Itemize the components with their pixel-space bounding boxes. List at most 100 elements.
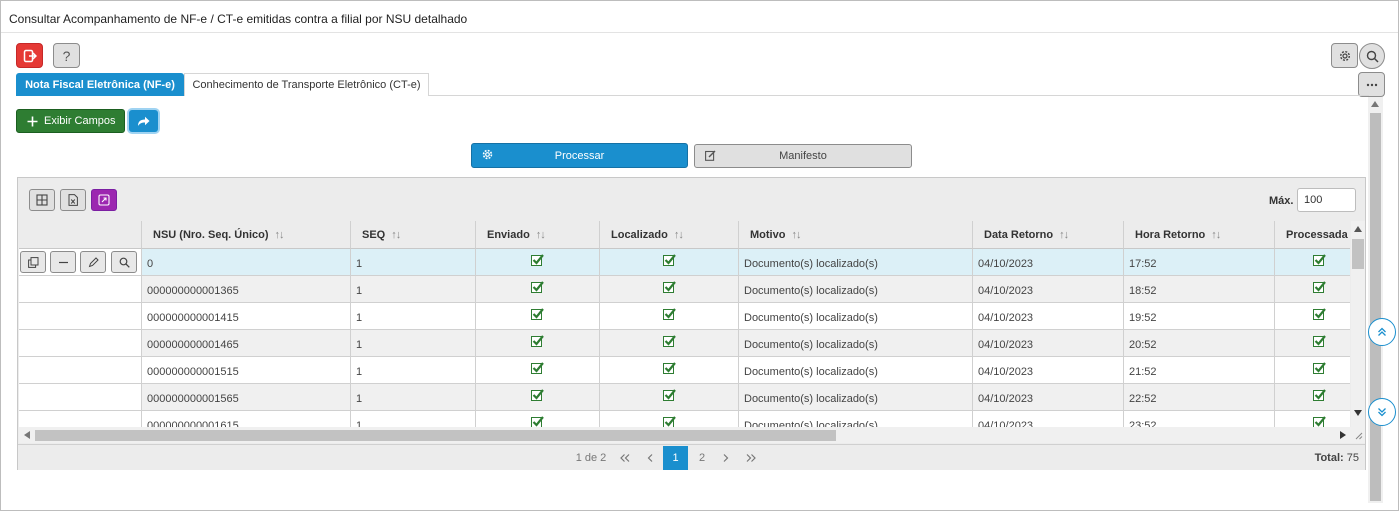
sort-icon[interactable]: ↑↓ [391,229,401,241]
column-header-nsu[interactable]: NSU (Nro. Seq. Único) ↑↓ [142,221,351,249]
page-button-1[interactable]: 1 [663,446,688,470]
sort-icon[interactable]: ↑↓ [275,229,285,241]
grid-horizontal-scrollbar[interactable] [19,427,1365,443]
cell-motivo: Documento(s) localizado(s) [739,303,973,330]
max-input[interactable] [1297,188,1356,212]
check-icon [662,308,676,320]
check-icon [1313,416,1326,427]
table-row[interactable]: 0 1 Documento(s) localizado(s) 04/10/2023 17… [19,249,1350,276]
help-button[interactable]: ? [53,43,80,68]
row-actions [19,303,142,330]
search-button[interactable] [1359,43,1385,69]
expand-button[interactable] [91,189,117,211]
excel-file-icon [68,194,78,206]
process-button[interactable]: Processar [471,143,688,168]
column-header-localizado[interactable]: Localizado ↑↓ [600,221,739,249]
tab-bar: Nota Fiscal Eletrônica (NF-e) Conhecimen… [16,73,1369,96]
column-header-hora-retorno[interactable]: Hora Retorno ↑↓ [1124,221,1275,249]
column-header-enviado[interactable]: Enviado ↑↓ [476,221,600,249]
table-row[interactable]: 000000000001515 1 Documento(s) localizado(… [19,357,1350,384]
pagination-bar: 1 de 2 1 2 Total: 75 [18,444,1365,470]
scroll-to-bottom-button[interactable] [1368,398,1396,426]
sort-icon[interactable]: ↑↓ [1059,229,1069,241]
page-vertical-scroll-thumb[interactable] [1370,113,1381,501]
column-header-data-retorno[interactable]: Data Retorno ↑↓ [973,221,1124,249]
column-header-motivo[interactable]: Motivo ↑↓ [739,221,973,249]
cell-seq: 1 [351,303,476,330]
table-row[interactable]: 000000000001365 1 Documento(s) localizado(… [19,276,1350,303]
check-icon [1313,362,1326,374]
sort-icon[interactable]: ↑↓ [674,229,684,241]
tab-nfe[interactable]: Nota Fiscal Eletrônica (NF-e) [16,73,184,96]
cell-seq: 1 [351,330,476,357]
copy-icon [27,256,38,268]
cell-enviado [476,411,600,427]
edit-button[interactable] [80,251,106,273]
row-actions [19,276,142,303]
check-icon [531,254,544,266]
cell-processada [1275,411,1350,427]
grid-vertical-scroll-thumb[interactable] [1352,239,1364,269]
grid-icon [36,194,48,206]
grid-vertical-scrollbar[interactable] [1351,221,1365,427]
remove-button[interactable] [50,251,76,273]
expand-icon [98,194,110,206]
export-excel-button[interactable] [60,189,86,211]
sort-icon[interactable]: ↑↓ [536,229,546,241]
check-icon [531,416,544,427]
page-scroll-up-arrow-icon[interactable] [1371,101,1379,107]
column-header-seq[interactable]: SEQ ↑↓ [351,221,476,249]
columns-button[interactable] [29,189,55,211]
view-button[interactable] [111,251,137,273]
cell-hora: 18:52 [1124,276,1275,303]
cell-localizado [600,276,739,303]
cell-localizado [600,411,739,427]
check-icon [662,389,676,401]
cell-nsu: 000000000001615 [142,411,351,427]
sort-icon[interactable]: ↑↓ [1211,229,1221,241]
page-button-2[interactable]: 2 [692,446,712,470]
settings-button[interactable] [1331,43,1358,68]
check-icon [531,362,544,374]
cell-localizado [600,249,739,276]
table-row[interactable]: 000000000001465 1 Documento(s) localizado(… [19,330,1350,357]
show-fields-label: Exibir Campos [44,115,116,127]
cell-localizado [600,330,739,357]
cell-data: 04/10/2023 [973,411,1124,427]
next-page-button[interactable] [718,446,734,470]
grid-horizontal-scroll-thumb[interactable] [35,430,836,441]
exit-button[interactable] [16,43,43,68]
resize-grip-icon[interactable] [1354,431,1363,440]
table-row[interactable]: 000000000001615 1 Documento(s) localizado(… [19,411,1350,427]
process-label: Processar [554,149,605,162]
cell-localizado [600,303,739,330]
cell-data: 04/10/2023 [973,249,1124,276]
previous-page-button[interactable] [642,446,658,470]
scroll-up-arrow-icon[interactable] [1354,226,1362,232]
share-button[interactable] [129,110,158,132]
first-page-button[interactable] [615,446,635,470]
edit-icon [705,150,716,161]
cell-data: 04/10/2023 [973,357,1124,384]
show-fields-button[interactable]: Exibir Campos [16,109,125,133]
sort-icon[interactable]: ↑↓ [791,229,801,241]
tab-cte[interactable]: Conhecimento de Transporte Eletrônico (C… [184,73,429,96]
copy-button[interactable] [20,251,46,273]
scroll-to-top-button[interactable] [1368,318,1396,346]
last-page-button[interactable] [741,446,761,470]
scroll-left-arrow-icon[interactable] [24,431,30,439]
cell-seq: 1 [351,411,476,427]
cell-data: 04/10/2023 [973,276,1124,303]
scroll-right-arrow-icon[interactable] [1340,431,1346,439]
cell-seq: 1 [351,357,476,384]
table-row[interactable]: 000000000001415 1 Documento(s) localizado(… [19,303,1350,330]
page-vertical-scrollbar[interactable] [1368,97,1383,503]
column-header-processada[interactable]: Processada↑↓ [1275,221,1350,249]
grid-panel: Máx. NSU (Nro. Seq. Único)↑↓ SEQ↑↓ Envia… [17,177,1366,470]
chevrons-up-icon [1378,327,1386,336]
scroll-down-arrow-icon[interactable] [1354,410,1362,416]
check-icon [531,389,544,401]
manifest-button[interactable]: Manifesto [694,144,912,168]
cell-processada [1275,330,1350,357]
table-row[interactable]: 000000000001565 1 Documento(s) localizado(… [19,384,1350,411]
